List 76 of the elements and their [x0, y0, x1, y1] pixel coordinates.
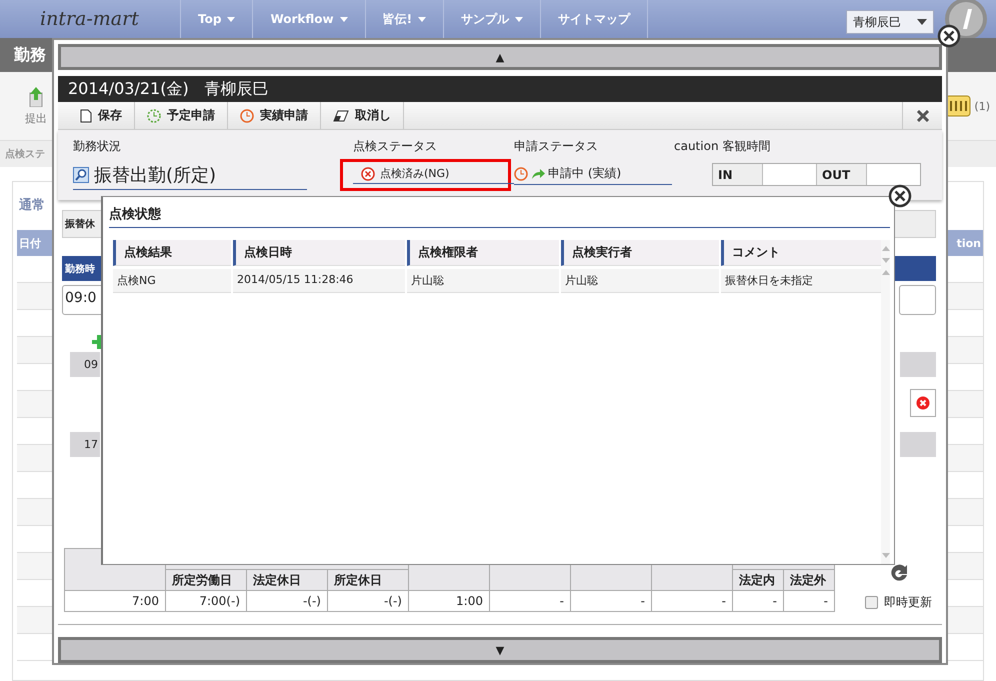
toolbar-button[interactable]: 取消し	[321, 102, 404, 129]
caret-icon	[515, 16, 524, 22]
apply-status-field[interactable]: 申請中 (実績)	[514, 163, 672, 185]
caret-icon	[227, 16, 236, 22]
dialog-title: 2014/03/21(金) 青柳辰巳	[58, 76, 942, 102]
time-slot: 09	[70, 352, 100, 377]
time-slot: 17	[70, 432, 100, 457]
submit-button[interactable]: 提出	[25, 86, 47, 126]
table-cell: -(-)	[246, 590, 328, 612]
slot-bar	[900, 432, 936, 457]
table-cell: 片山聡	[407, 269, 559, 293]
column-header: 点検結果	[113, 240, 231, 266]
toolbar-button[interactable]: 実績申請	[228, 102, 321, 129]
field-label: 点検ステータス	[353, 138, 438, 155]
table-cell: 2014/05/15 11:28:46	[233, 269, 405, 293]
clock-icon	[240, 108, 254, 122]
toolbar-button[interactable]: 予定申請	[135, 102, 228, 129]
column-header: コメント	[721, 240, 881, 266]
arrow-icon	[531, 168, 545, 180]
document-icon	[80, 108, 92, 122]
table-cell: -	[570, 590, 652, 612]
caret-icon	[340, 16, 348, 22]
clock-icon	[147, 108, 161, 122]
caret-icon	[917, 19, 927, 25]
toolbar-button[interactable]: 保存	[58, 102, 135, 129]
calendar-icon[interactable]	[945, 95, 972, 117]
column-header: 日付	[19, 236, 41, 250]
table-cell: 1:00	[408, 590, 490, 612]
eraser-icon	[333, 110, 349, 122]
time-header: 勤務時	[65, 262, 95, 276]
column-header: 法定内	[732, 570, 784, 590]
logo[interactable]: intra-mart	[40, 8, 180, 30]
table-cell: 片山聡	[561, 269, 719, 293]
field-label: 勤務状況	[73, 138, 122, 155]
column-header: 所定労働日	[166, 570, 246, 590]
realtime-checkbox[interactable]: 即時更新	[865, 594, 932, 611]
table-cell: -(-)	[328, 590, 408, 612]
user-dropdown[interactable]: 青柳辰巳	[846, 10, 934, 34]
filter-label: 点検ステ	[5, 148, 45, 161]
column-header: 点検実行者	[561, 240, 719, 266]
clock-icon	[514, 166, 528, 180]
close-icon	[916, 110, 928, 122]
scroll-down-button[interactable]: ▼	[58, 637, 942, 663]
table-cell: -	[652, 590, 732, 612]
search-icon	[73, 167, 89, 183]
table-cell: 点検NG	[113, 269, 231, 293]
error-icon	[361, 166, 375, 180]
table-cell: 振替休日を未指定	[721, 269, 881, 293]
table-cell: 7:00(-)	[166, 590, 246, 612]
popup-title: 点検状態	[109, 205, 890, 228]
table-cell: 7:00	[64, 590, 166, 612]
scroll-up-button[interactable]: ▲	[58, 44, 942, 70]
column-header: tion	[956, 236, 981, 250]
column-header: 点検権限者	[407, 240, 559, 266]
delete-button[interactable]	[910, 389, 936, 417]
close-icon[interactable]	[937, 24, 961, 48]
table-cell: -	[732, 590, 784, 612]
column-header: 点検日時	[233, 240, 405, 266]
field-label: caution 客観時間	[674, 138, 772, 155]
slot-bar	[900, 352, 936, 377]
column-header: 法定外	[784, 570, 834, 590]
delete-icon	[916, 396, 930, 410]
column-header: 法定休日	[246, 570, 328, 590]
caret-icon	[418, 16, 426, 22]
close-icon[interactable]	[888, 184, 912, 208]
column-header: 所定休日	[328, 570, 408, 590]
upload-icon	[27, 86, 45, 106]
table-cell: -	[784, 590, 834, 612]
input-field[interactable]	[899, 285, 936, 315]
page-title: 勤務	[14, 44, 46, 66]
count-label: (1)	[974, 100, 990, 112]
check-status-field[interactable]: 点検済み(NG)	[353, 164, 514, 184]
table-cell: -	[490, 590, 570, 612]
section-label: 振替休	[65, 218, 95, 231]
field-label: 申請ステータス	[514, 138, 599, 155]
work-status-field[interactable]: 振替出勤(所定)	[73, 163, 307, 190]
